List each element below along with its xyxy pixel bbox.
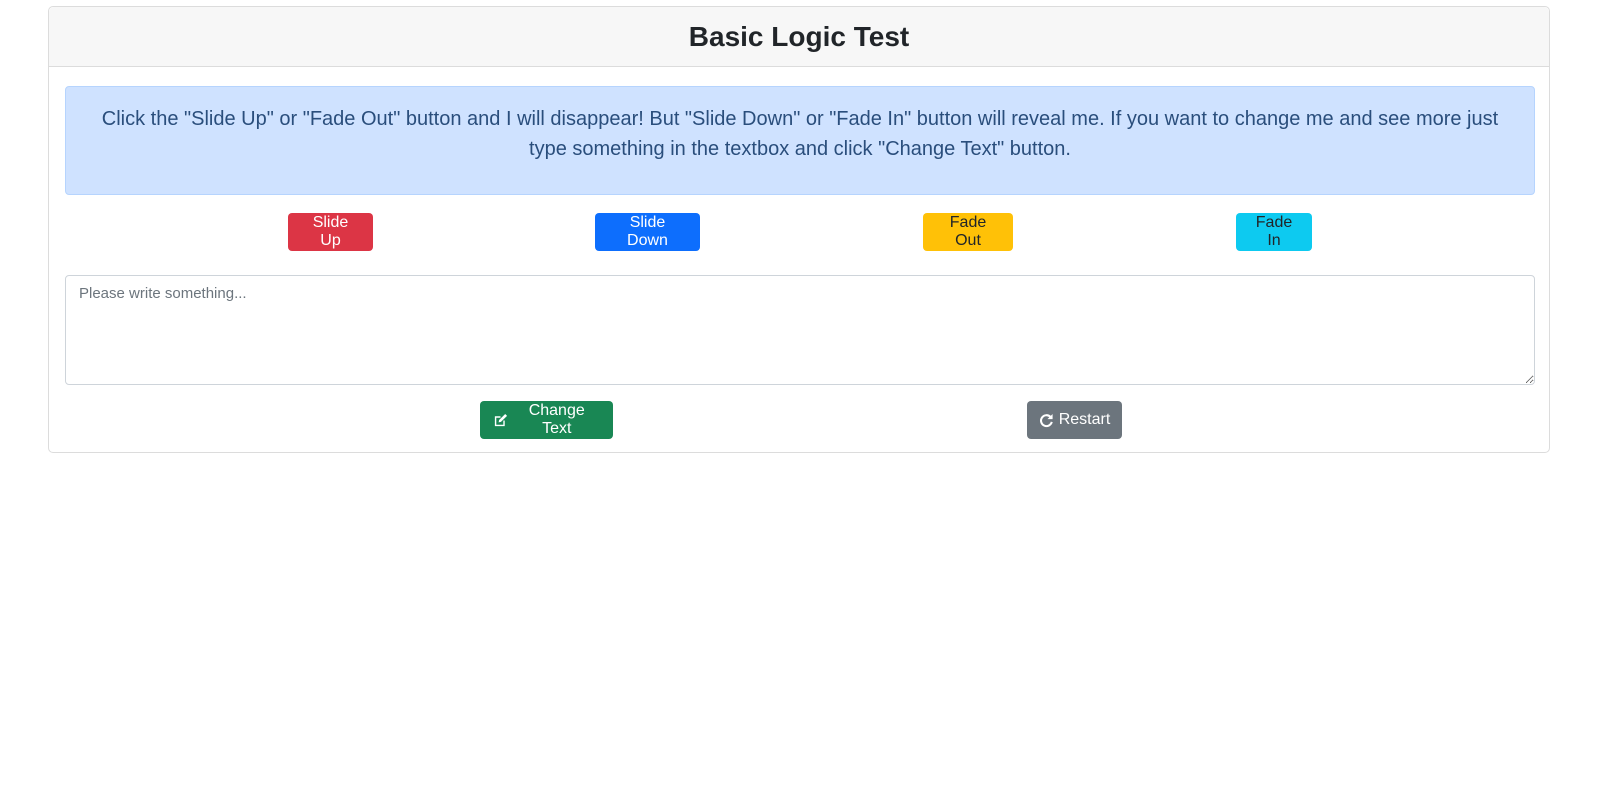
slide-up-button[interactable]: Slide Up (288, 213, 373, 251)
restart-label: Restart (1058, 411, 1111, 428)
redo-icon (1039, 412, 1054, 428)
card-header: Basic Logic Test (49, 7, 1549, 67)
edit-icon (493, 412, 508, 428)
page-title: Basic Logic Test (688, 20, 910, 52)
fade-in-button[interactable]: Fade In (1236, 213, 1312, 251)
restart-button[interactable]: Restart (1027, 401, 1122, 439)
change-text-button[interactable]: Change Text (480, 401, 613, 439)
fade-out-button[interactable]: Fade Out (923, 213, 1013, 251)
slide-down-button[interactable]: Slide Down (595, 213, 700, 251)
change-text-label: Change Text (528, 402, 585, 437)
info-alert: Click the "Slide Up" or "Fade Out" butto… (65, 86, 1535, 195)
logic-test-card: Basic Logic Test Click the "Slide Up" or… (48, 6, 1550, 453)
text-input[interactable] (65, 275, 1535, 385)
